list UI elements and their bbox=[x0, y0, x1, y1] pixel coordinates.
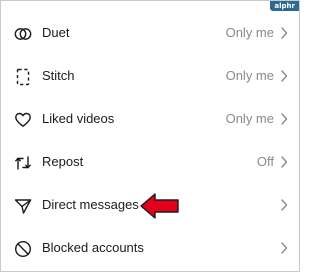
settings-row-liked-videos[interactable]: Liked videos Only me bbox=[1, 98, 299, 141]
stitch-value: Only me bbox=[225, 68, 274, 83]
chevron-right-icon bbox=[281, 156, 288, 168]
duet-icon bbox=[14, 28, 32, 40]
settings-row-repost[interactable]: Repost Off bbox=[1, 141, 299, 184]
chevron-right-icon bbox=[281, 199, 288, 211]
privacy-settings-panel: alphr Duet Only me Stitch Only me Liked … bbox=[0, 0, 300, 272]
red-arrow-icon bbox=[140, 193, 179, 219]
watermark: alphr bbox=[270, 1, 299, 11]
repost-value: Off bbox=[256, 154, 274, 169]
chevron-right-icon bbox=[281, 242, 288, 254]
duet-label: Duet bbox=[42, 25, 70, 40]
block-icon bbox=[14, 240, 32, 258]
liked-videos-value: Only me bbox=[225, 111, 274, 126]
stitch-icon bbox=[16, 68, 30, 86]
send-icon bbox=[14, 199, 32, 214]
chevron-right-icon bbox=[281, 27, 288, 39]
settings-row-stitch[interactable]: Stitch Only me bbox=[1, 55, 299, 98]
chevron-right-icon bbox=[281, 70, 288, 82]
settings-row-duet[interactable]: Duet Only me bbox=[1, 12, 299, 55]
stitch-label: Stitch bbox=[42, 68, 75, 83]
liked-videos-label: Liked videos bbox=[42, 111, 115, 126]
heart-icon bbox=[15, 112, 31, 127]
duet-value: Only me bbox=[225, 25, 274, 40]
repost-label: Repost bbox=[42, 154, 84, 169]
direct-messages-label: Direct messages bbox=[42, 197, 139, 212]
settings-row-blocked-accounts[interactable]: Blocked accounts bbox=[1, 227, 299, 270]
blocked-accounts-label: Blocked accounts bbox=[42, 240, 144, 255]
chevron-right-icon bbox=[281, 113, 288, 125]
repost-icon bbox=[15, 156, 31, 170]
